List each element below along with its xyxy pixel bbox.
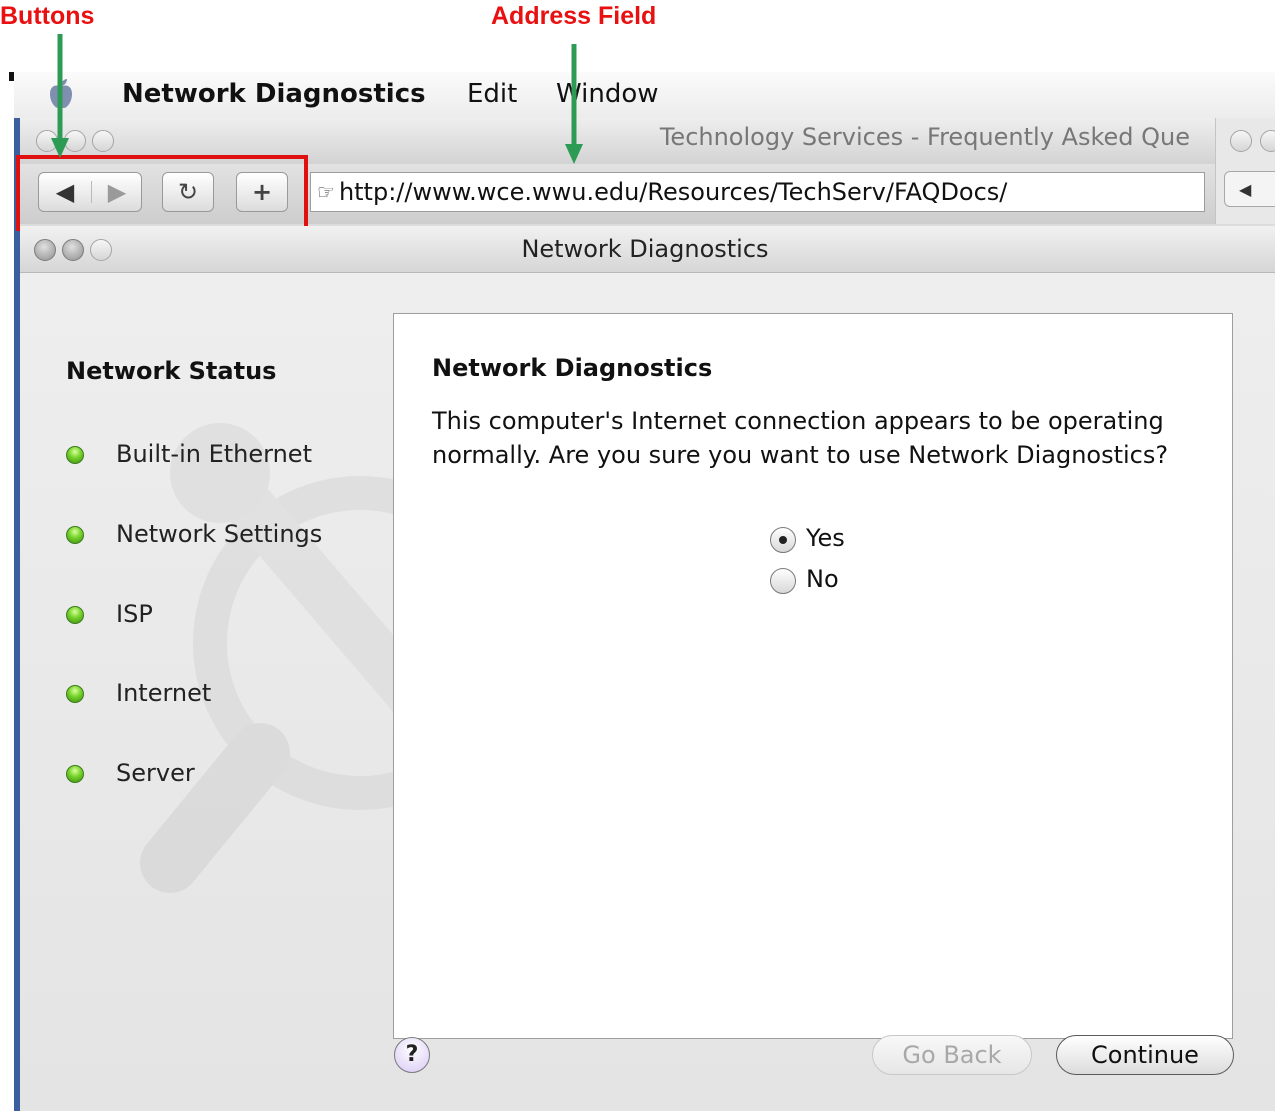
go-back-button[interactable]: Go Back bbox=[872, 1035, 1032, 1075]
radio-selected-icon[interactable] bbox=[770, 527, 796, 553]
address-url: http://www.wce.wwu.edu/Resources/TechSer… bbox=[338, 178, 1008, 206]
help-button[interactable]: ? bbox=[394, 1037, 430, 1073]
status-label: ISP bbox=[116, 600, 153, 628]
second-browser-window: ◀ bbox=[1215, 118, 1275, 224]
menu-edit[interactable]: Edit bbox=[467, 79, 517, 109]
buttons-arrow-icon bbox=[51, 34, 69, 158]
second-window-close-button[interactable] bbox=[1230, 130, 1252, 152]
annotation-address-label: Address Field bbox=[491, 2, 657, 30]
network-status-heading: Network Status bbox=[66, 357, 277, 385]
status-label: Internet bbox=[116, 679, 212, 707]
menu-bar: Network Diagnostics Edit Window bbox=[14, 72, 1275, 119]
second-window-minimize-button[interactable] bbox=[1260, 130, 1275, 152]
pointing-hand-icon: ☞ bbox=[317, 180, 335, 204]
green-status-light-icon bbox=[66, 606, 84, 624]
radio-label: No bbox=[806, 565, 839, 593]
continue-button[interactable]: Continue bbox=[1056, 1035, 1234, 1075]
content-heading: Network Diagnostics bbox=[432, 354, 713, 382]
browser-title: Technology Services - Frequently Asked Q… bbox=[659, 123, 1190, 151]
back-arrow-icon: ◀ bbox=[1239, 180, 1252, 199]
content-panel: Network Diagnostics This computer's Inte… bbox=[393, 313, 1233, 1039]
radio-label: Yes bbox=[806, 524, 845, 552]
dialog-title: Network Diagnostics bbox=[521, 235, 769, 263]
green-status-light-icon bbox=[66, 526, 84, 544]
dialog-titlebar: Network Diagnostics bbox=[20, 226, 1275, 273]
annotation-buttons-label: Buttons bbox=[0, 2, 95, 30]
question-mark-icon: ? bbox=[405, 1042, 419, 1067]
status-label: Server bbox=[116, 759, 195, 787]
green-status-light-icon bbox=[66, 446, 84, 464]
green-status-light-icon bbox=[66, 765, 84, 783]
radio-unselected-icon[interactable] bbox=[770, 568, 796, 594]
second-window-back-button[interactable]: ◀ bbox=[1224, 171, 1275, 207]
address-arrow-icon bbox=[565, 44, 583, 164]
content-message: This computer's Internet connection appe… bbox=[432, 407, 1169, 469]
status-label: Network Settings bbox=[116, 520, 323, 548]
buttons-highlight-box bbox=[16, 155, 308, 231]
menu-app-name[interactable]: Network Diagnostics bbox=[122, 79, 426, 109]
green-status-light-icon bbox=[66, 685, 84, 703]
address-field[interactable]: ☞ http://www.wce.wwu.edu/Resources/TechS… bbox=[310, 172, 1205, 212]
status-label: Built-in Ethernet bbox=[116, 440, 312, 468]
